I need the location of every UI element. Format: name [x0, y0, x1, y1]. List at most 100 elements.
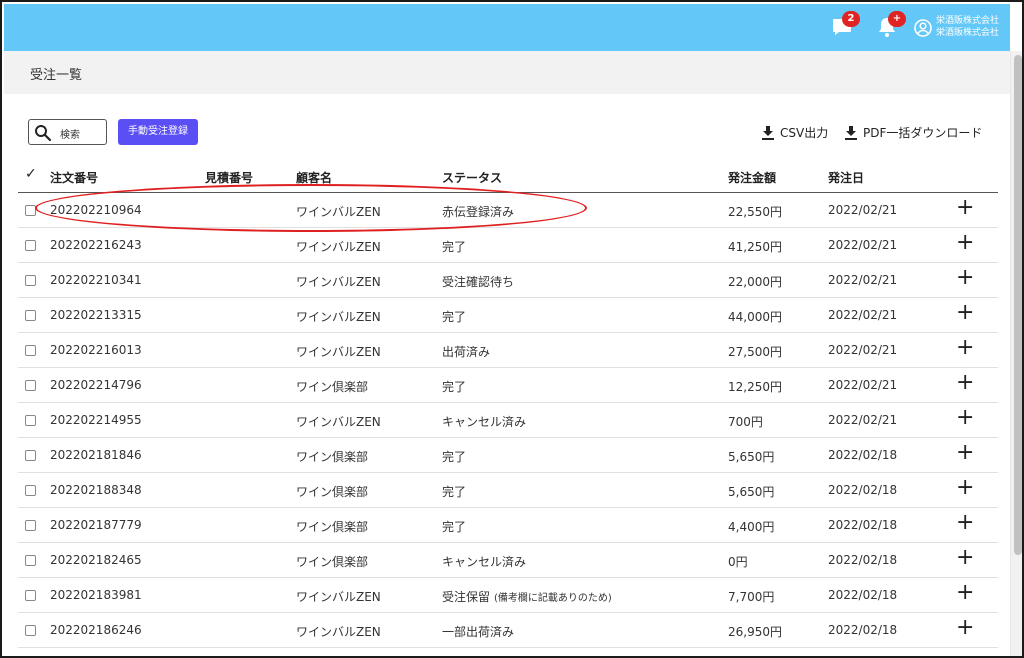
company-name[interactable]: 栄酒販株式会社 栄酒販株式会社 — [936, 15, 999, 39]
customer-name: ワインバルZEN — [296, 240, 381, 254]
row-checkbox[interactable] — [25, 450, 36, 461]
order-number[interactable]: 202202214955 — [50, 413, 142, 427]
manual-order-button[interactable]: 手動受注登録 — [118, 119, 198, 145]
table-row[interactable]: 202202183981 ワインバルZEN 受注保留 (備考欄に記載ありのため) 7,7… — [18, 578, 998, 613]
header-date[interactable]: 発注日 — [828, 169, 864, 186]
top-bar — [4, 4, 1010, 51]
order-number[interactable]: 202202210341 — [50, 273, 142, 287]
row-checkbox[interactable] — [25, 520, 36, 531]
table-row[interactable]: 202202186246 ワインバルZEN 一部出荷済み 26,950円 2022/02… — [18, 613, 998, 648]
pdf-download-button[interactable]: PDF一括ダウンロード — [845, 124, 982, 141]
plus-icon[interactable]: + — [956, 477, 974, 499]
plus-icon[interactable]: + — [956, 337, 974, 359]
row-checkbox[interactable] — [25, 625, 36, 636]
plus-icon[interactable]: + — [956, 267, 974, 289]
row-checkbox[interactable] — [25, 310, 36, 321]
plus-icon[interactable]: + — [956, 372, 974, 394]
row-checkbox[interactable] — [25, 590, 36, 601]
plus-icon[interactable]: + — [956, 582, 974, 604]
notification-badge: + — [888, 11, 906, 27]
select-all-check[interactable]: ✓ — [25, 166, 37, 182]
plus-icon[interactable]: + — [956, 547, 974, 569]
order-number[interactable]: 202202187779 — [50, 518, 142, 532]
order-number[interactable]: 202202181846 — [50, 448, 142, 462]
order-status: 完了 — [442, 520, 467, 534]
highlight-annotation — [35, 184, 587, 232]
order-amount: 7,700円 — [728, 590, 775, 604]
order-status: 受注保留 (備考欄に記載ありのため) — [442, 588, 612, 605]
order-number[interactable]: 202202213315 — [50, 308, 142, 322]
table-row[interactable]: 202202214796 ワイン倶楽部 完了 12,250円 2022/02/21 + — [18, 368, 998, 403]
row-checkbox[interactable] — [25, 380, 36, 391]
plus-icon[interactable]: + — [956, 197, 974, 219]
order-date: 2022/02/21 — [828, 343, 898, 357]
customer-name: ワインバルZEN — [296, 345, 381, 359]
search-input[interactable]: 検索 — [28, 119, 107, 145]
order-date: 2022/02/18 — [828, 518, 898, 532]
order-number[interactable]: 202202216013 — [50, 343, 142, 357]
plus-icon[interactable]: + — [956, 302, 974, 324]
chat-badge: 2 — [842, 11, 860, 27]
plus-icon[interactable]: + — [956, 407, 974, 429]
app-window: 2 + 栄酒販株式会社 栄酒販株式会社 受注一覧 検索 手動受注登録 CSV出力 — [0, 0, 1024, 658]
order-amount: 12,250円 — [728, 380, 782, 394]
vertical-scrollbar[interactable] — [1010, 51, 1022, 656]
status-note: (備考欄に記載ありのため) — [494, 593, 612, 604]
table-row[interactable]: 202202214955 ワインバルZEN キャンセル済み 700円 2022/02/2… — [18, 403, 998, 438]
header-order-no[interactable]: 注文番号 — [50, 169, 98, 186]
order-number[interactable]: 202202216243 — [50, 238, 142, 252]
pdf-download-label: PDF一括ダウンロード — [863, 126, 983, 140]
customer-name: ワイン倶楽部 — [296, 555, 369, 569]
order-date: 2022/02/21 — [828, 308, 898, 322]
page-header — [4, 51, 1010, 94]
row-checkbox[interactable] — [25, 345, 36, 356]
order-date: 2022/02/18 — [828, 623, 898, 637]
csv-export-button[interactable]: CSV出力 — [762, 124, 828, 141]
order-status: 完了 — [442, 240, 467, 254]
plus-icon[interactable]: + — [956, 232, 974, 254]
table-row[interactable]: 202202213315 ワインバルZEN 完了 44,000円 2022/02/21 + — [18, 298, 998, 333]
search-icon — [35, 125, 52, 142]
plus-icon[interactable]: + — [956, 617, 974, 639]
csv-export-label: CSV出力 — [780, 126, 829, 140]
order-amount: 41,250円 — [728, 240, 782, 254]
order-date: 2022/02/18 — [828, 448, 898, 462]
customer-name: ワインバルZEN — [296, 590, 381, 604]
order-number[interactable]: 202202214796 — [50, 378, 142, 392]
plus-icon[interactable]: + — [956, 512, 974, 534]
order-number[interactable]: 202202183981 — [50, 588, 142, 602]
row-checkbox[interactable] — [25, 555, 36, 566]
table-row[interactable]: 202202216013 ワインバルZEN 出荷済み 27,500円 2022/02/2… — [18, 333, 998, 368]
order-status: 出荷済み — [442, 345, 491, 359]
customer-name: ワインバルZEN — [296, 415, 381, 429]
order-status: 完了 — [442, 485, 467, 499]
order-amount: 44,000円 — [728, 310, 782, 324]
scrollbar-thumb[interactable] — [1014, 55, 1022, 555]
header-estimate-no[interactable]: 見積番号 — [205, 169, 253, 186]
customer-name: ワインバルZEN — [296, 275, 381, 289]
order-date: 2022/02/21 — [828, 378, 898, 392]
table-row[interactable]: 202202216243 ワインバルZEN 完了 41,250円 2022/02/21 + — [18, 228, 998, 263]
status-text: 受注保留 — [442, 590, 491, 604]
customer-name: ワイン倶楽部 — [296, 380, 369, 394]
header-status[interactable]: ステータス — [442, 169, 502, 186]
table-row[interactable]: 202202210341 ワインバルZEN 受注確認待ち 22,000円 2022/02… — [18, 263, 998, 298]
row-checkbox[interactable] — [25, 485, 36, 496]
order-number[interactable]: 202202182465 — [50, 553, 142, 567]
table-row[interactable]: 202202188348 ワイン倶楽部 完了 5,650円 2022/02/18 + — [18, 473, 998, 508]
row-checkbox[interactable] — [25, 240, 36, 251]
table-row[interactable]: 202202182465 ワイン倶楽部 キャンセル済み 0円 2022/02/18 + — [18, 543, 998, 578]
table-row[interactable]: 202202181846 ワイン倶楽部 完了 5,650円 2022/02/18 + — [18, 438, 998, 473]
order-amount: 22,000円 — [728, 275, 782, 289]
order-amount: 27,500円 — [728, 345, 782, 359]
row-checkbox[interactable] — [25, 415, 36, 426]
plus-icon[interactable]: + — [956, 442, 974, 464]
order-number[interactable]: 202202186246 — [50, 623, 142, 637]
header-amount[interactable]: 発注金額 — [728, 169, 776, 186]
row-checkbox[interactable] — [25, 275, 36, 286]
order-status: 完了 — [442, 310, 467, 324]
user-circle-icon[interactable] — [914, 19, 932, 37]
order-status: キャンセル済み — [442, 555, 527, 569]
table-row[interactable]: 202202187779 ワイン倶楽部 完了 4,400円 2022/02/18 + — [18, 508, 998, 543]
order-number[interactable]: 202202188348 — [50, 483, 142, 497]
